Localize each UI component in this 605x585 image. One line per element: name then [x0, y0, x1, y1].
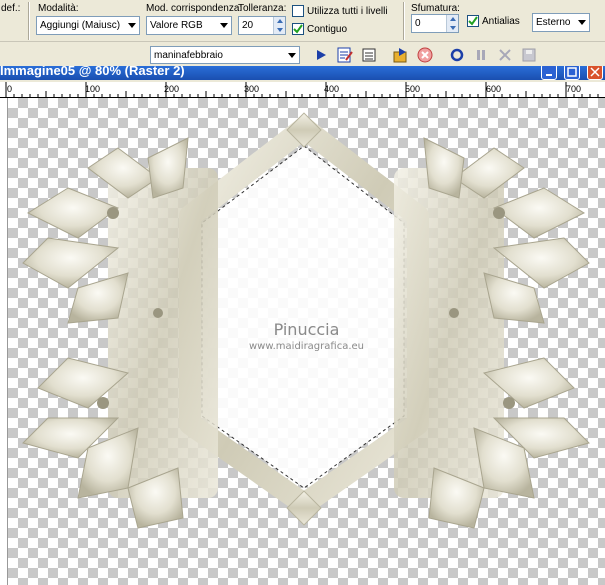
checkmark-icon[interactable] [292, 23, 304, 35]
list-icon [362, 48, 376, 62]
script-list-button[interactable] [359, 45, 379, 65]
match-mode-label: Mod. corrispondenza: [146, 3, 243, 14]
mode-value: Aggiungi (Maiusc) [40, 20, 121, 31]
mode-dropdown[interactable]: Aggiungi (Maiusc) [36, 16, 140, 35]
tolerance-label: Tolleranza: [238, 3, 287, 14]
run-script-button[interactable] [311, 45, 331, 65]
spin-up-icon[interactable] [447, 15, 458, 24]
ruler-label: 500 [405, 84, 420, 94]
checkmark-icon[interactable] [467, 15, 479, 27]
tolerance-spinner[interactable]: 20 [238, 16, 286, 35]
ruler-ticks: 0 100 200 300 400 500 600 700 [5, 82, 599, 98]
ruler-label: 600 [486, 84, 501, 94]
save-icon [522, 48, 536, 62]
record-script-icon [393, 48, 407, 63]
save-recording-button[interactable] [519, 45, 539, 65]
circle-record-icon [450, 48, 464, 62]
close-button[interactable] [587, 66, 603, 80]
maximize-button[interactable] [564, 66, 580, 80]
ruler-label: 0 [7, 84, 12, 94]
separator [403, 2, 405, 40]
ruler-label: 400 [324, 84, 339, 94]
pause-icon [477, 50, 485, 60]
ruler-label: 100 [85, 84, 100, 94]
chevron-down-icon[interactable] [125, 17, 139, 34]
maximize-icon [567, 67, 577, 77]
separator [28, 2, 30, 40]
feather-label: Sfumatura: [411, 3, 460, 14]
checkbox-unchecked-icon[interactable] [292, 5, 304, 17]
chevron-down-icon[interactable] [217, 17, 231, 34]
minimize-icon [546, 74, 552, 76]
contiguous-checkbox[interactable]: Contiguo [292, 23, 347, 35]
spin-down-icon[interactable] [274, 25, 285, 34]
presets-label: def.: [1, 3, 21, 14]
play-icon [317, 50, 326, 60]
match-mode-dropdown[interactable]: Valore RGB [146, 16, 232, 35]
script-edit-icon [337, 47, 353, 63]
minimize-button[interactable] [541, 66, 557, 80]
feather-value: 0 [415, 18, 421, 29]
image-window-titlebar[interactable]: Immagine05 @ 80% (Raster 2) [0, 66, 605, 80]
match-mode-value: Valore RGB [150, 20, 203, 31]
feather-spinner[interactable]: 0 [411, 14, 459, 33]
ruler-label: 200 [164, 84, 179, 94]
watermark-title: Pinuccia [273, 320, 340, 339]
script-toolbar: maninafebbraio [0, 42, 605, 68]
spin-up-icon[interactable] [274, 17, 285, 26]
use-all-layers-label: Utilizza tutti i livelli [307, 5, 388, 17]
stop-script-button[interactable] [415, 45, 435, 65]
record-script-button[interactable] [391, 45, 411, 65]
spin-down-icon[interactable] [447, 23, 458, 32]
script-name: maninafebbraio [154, 49, 223, 61]
tolerance-value: 20 [242, 20, 254, 31]
close-icon [499, 49, 511, 61]
antialias-mode-value: Esterno [536, 17, 571, 28]
pause-recording-button[interactable] [471, 45, 491, 65]
mode-label: Modalità: [38, 3, 79, 14]
antialias-mode-dropdown[interactable]: Esterno [532, 13, 590, 32]
ruler-label: 700 [566, 84, 581, 94]
antialias-label: Antialias [482, 15, 520, 27]
script-select[interactable]: maninafebbraio [150, 46, 300, 64]
close-icon [590, 67, 600, 77]
horizontal-ruler: 0 100 200 300 400 500 600 700 [0, 82, 605, 98]
start-recording-button[interactable] [447, 45, 467, 65]
chevron-down-icon[interactable] [285, 47, 299, 64]
cancel-icon [417, 47, 433, 63]
watermark-url: www.maidiragrafica.eu [249, 341, 364, 352]
contiguous-label: Contiguo [307, 23, 348, 35]
cancel-recording-button[interactable] [495, 45, 515, 65]
chevron-down-icon[interactable] [575, 14, 589, 31]
vertical-ruler [0, 98, 8, 585]
frame-inner-panel [202, 146, 404, 488]
use-all-layers-checkbox[interactable]: Utilizza tutti i livelli [292, 5, 388, 17]
tool-options-bar: def.: Modalità: Aggiungi (Maiusc) Mod. c… [0, 0, 605, 42]
window-title: Immagine05 @ 80% (Raster 2) [0, 66, 185, 78]
edit-script-button[interactable] [335, 45, 355, 65]
ruler-label: 300 [244, 84, 259, 94]
image-canvas[interactable]: Pinuccia www.maidiragrafica.eu [8, 98, 605, 585]
antialias-checkbox[interactable]: Antialias [467, 15, 520, 27]
